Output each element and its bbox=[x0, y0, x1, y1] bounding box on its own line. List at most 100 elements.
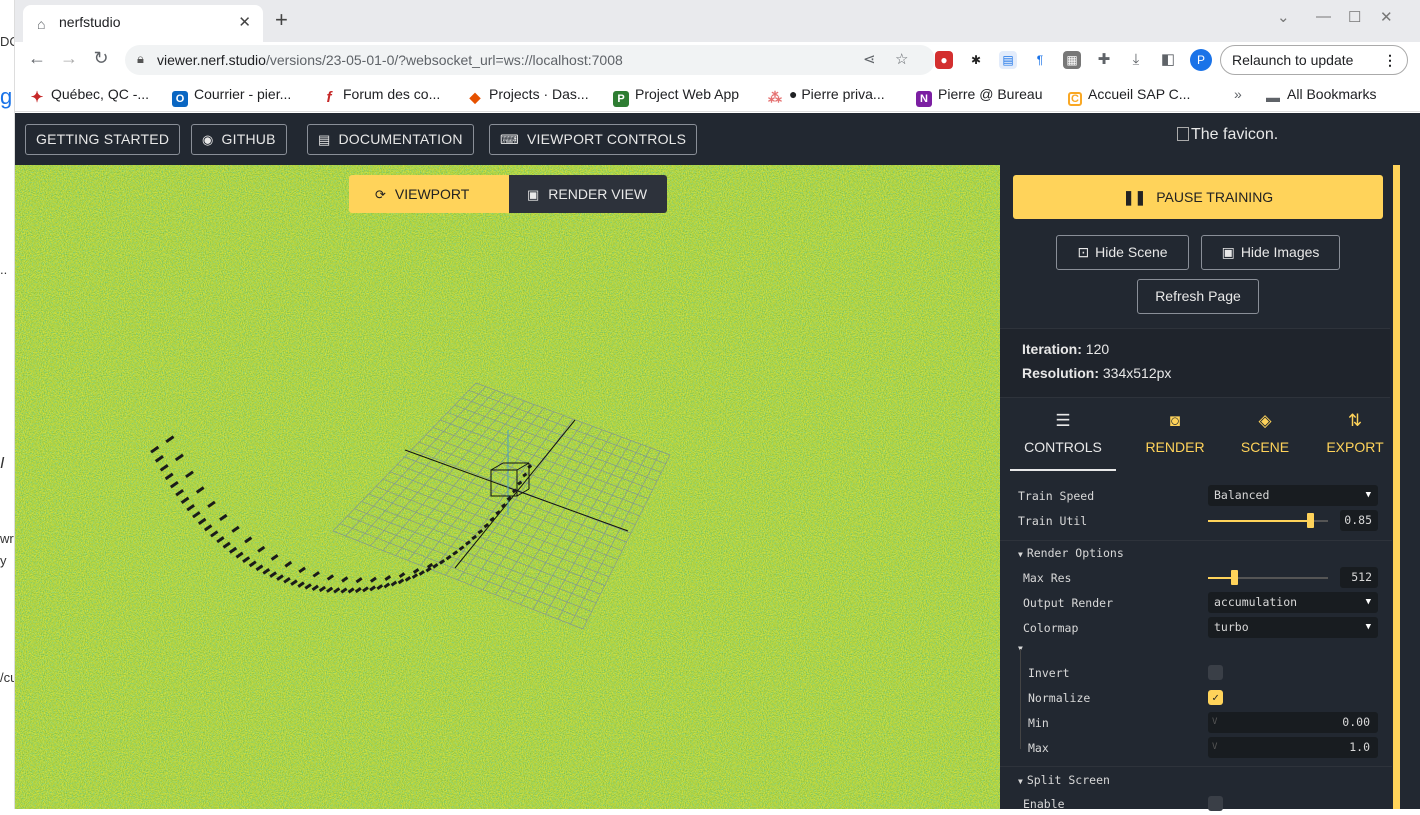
bookmark-item[interactable]: N Pierre @ Bureau bbox=[916, 86, 1042, 107]
bookmark-item[interactable]: ✦ Québec, QC -... bbox=[29, 86, 149, 106]
back-icon[interactable]: ← bbox=[25, 48, 49, 69]
invert-label: Invert bbox=[1028, 666, 1070, 680]
github-button[interactable]: ◉ GITHUB bbox=[191, 124, 287, 155]
hide-images-button[interactable]: ▣ Hide Images bbox=[1201, 235, 1340, 270]
hide-scene-button[interactable]: ⊡ Hide Scene bbox=[1056, 235, 1189, 270]
share-icon[interactable]: ⋖ bbox=[863, 50, 876, 68]
pause-training-button[interactable]: ❚❚ PAUSE TRAINING bbox=[1013, 175, 1383, 219]
relaunch-button[interactable]: Relaunch to update ⋮ bbox=[1220, 45, 1408, 75]
colormap-label: Colormap bbox=[1023, 621, 1079, 635]
nerfstudio-app: GETTING STARTED ◉ GITHUB ▤ DOCUMENTATION ⌨… bbox=[15, 113, 1420, 811]
asana-icon: ⁂ bbox=[768, 89, 782, 105]
train-speed-row: Train Speed Balanced ▼ bbox=[1010, 485, 1382, 507]
invert-checkbox[interactable] bbox=[1208, 665, 1223, 680]
resolution-stat: Resolution: 334x512px bbox=[1022, 365, 1172, 381]
max-res-slider[interactable] bbox=[1231, 570, 1238, 585]
train-util-slider[interactable] bbox=[1307, 513, 1314, 528]
tab-controls[interactable]: ☰ CONTROLS bbox=[1010, 399, 1116, 471]
max-res-input[interactable]: 512 bbox=[1340, 567, 1378, 588]
image-icon: ▣ bbox=[527, 187, 540, 202]
caret-down-icon: ▼ bbox=[1018, 550, 1023, 559]
documentation-button[interactable]: ▤ DOCUMENTATION bbox=[307, 124, 474, 155]
extension-icon[interactable]: ● bbox=[935, 51, 953, 69]
3d-viewport[interactable]: ⟳ VIEWPORT ▣ RENDER VIEW bbox=[15, 165, 1000, 809]
bookmark-item[interactable]: O Courrier - pier... bbox=[172, 86, 291, 107]
extension-icon[interactable]: ▦ bbox=[1063, 51, 1081, 69]
strip-text: y bbox=[0, 553, 7, 568]
min-row: Min V 0.00 bbox=[1020, 712, 1392, 734]
browser-tab[interactable]: ⌂ nerfstudio ✕ bbox=[23, 5, 263, 42]
scene-icon: ⊡ bbox=[1077, 244, 1090, 260]
image-icon: ▣ bbox=[1221, 244, 1235, 260]
colormap-select[interactable]: turbo ▼ bbox=[1208, 617, 1378, 638]
extension-icon[interactable]: ▤ bbox=[999, 51, 1017, 69]
new-tab-icon[interactable]: + bbox=[275, 8, 288, 32]
render-view-tab[interactable]: ▣ RENDER VIEW bbox=[509, 175, 667, 213]
side-panel-icon[interactable]: ◧ bbox=[1159, 51, 1177, 69]
min-input[interactable]: V 0.00 bbox=[1208, 712, 1378, 733]
bookmark-star-icon[interactable]: ☆ bbox=[895, 50, 908, 68]
tab-scene[interactable]: ◈ SCENE bbox=[1220, 399, 1310, 471]
output-render-select[interactable]: accumulation ▼ bbox=[1208, 592, 1378, 613]
minimize-icon[interactable]: — bbox=[1316, 8, 1331, 25]
forward-icon[interactable]: → bbox=[57, 48, 81, 69]
tab-render[interactable]: ◙ RENDER bbox=[1130, 399, 1220, 471]
import-export-icon: ⇅ bbox=[1347, 411, 1363, 430]
train-util-input[interactable]: 0.85 bbox=[1340, 510, 1378, 531]
gitlab-icon: ◆ bbox=[469, 89, 481, 105]
tab-export[interactable]: ⇅ EXPORT bbox=[1310, 399, 1400, 471]
folder-icon: ▬ bbox=[1266, 89, 1280, 105]
tab-favicon-icon: ⌂ bbox=[37, 16, 46, 32]
lock-icon[interactable]: 🔒︎ bbox=[137, 51, 144, 67]
max-res-row: Max Res 512 bbox=[1015, 567, 1387, 589]
bookmark-item[interactable]: ◆ Projects · Das... bbox=[467, 86, 589, 105]
strip-text: .. bbox=[0, 262, 8, 277]
train-speed-label: Train Speed bbox=[1018, 489, 1095, 503]
app-top-bar: GETTING STARTED ◉ GITHUB ▤ DOCUMENTATION ⌨… bbox=[15, 113, 1420, 165]
colormap-row: Colormap turbo ▼ bbox=[1015, 617, 1387, 639]
address-bar[interactable]: 🔒︎ viewer.nerf.studio/versions/23-05-01-… bbox=[125, 45, 935, 75]
profile-avatar[interactable]: P bbox=[1190, 49, 1212, 71]
tab-search-icon[interactable]: ⌄ bbox=[1277, 8, 1290, 26]
camera-icon: ◙ bbox=[1169, 411, 1181, 430]
extension-icon[interactable]: ¶ bbox=[1031, 51, 1049, 69]
close-tab-icon[interactable]: ✕ bbox=[238, 13, 251, 31]
train-speed-select[interactable]: Balanced ▼ bbox=[1208, 485, 1378, 506]
favicon-broken-image: The favicon. bbox=[1177, 126, 1278, 144]
bookmark-item[interactable]: C Accueil SAP C... bbox=[1068, 86, 1190, 106]
split-screen-folder[interactable]: ▼ Split Screen bbox=[1018, 773, 1110, 787]
strip-text: g bbox=[0, 84, 13, 109]
download-icon[interactable]: ⤓ bbox=[1127, 51, 1145, 69]
outlook-icon: O bbox=[172, 91, 188, 107]
document-icon: ▤ bbox=[318, 132, 331, 147]
bookmark-item[interactable]: ⁂ ● Pierre priva... bbox=[767, 86, 885, 105]
3d-rotate-icon: ⟳ bbox=[375, 187, 386, 202]
puzzle-icon[interactable]: ✚ bbox=[1095, 51, 1113, 69]
strip-text: /cu bbox=[0, 670, 14, 685]
panel-scrollbar[interactable] bbox=[1393, 165, 1400, 809]
browser-window: ⌂ nerfstudio ✕ + ⌄ — ☐ ✕ ← → ↻ 🔒︎ viewer… bbox=[15, 0, 1420, 811]
more-bookmarks-icon[interactable]: » bbox=[1234, 86, 1242, 102]
strip-text: wrc bbox=[0, 531, 14, 546]
viewport-tab[interactable]: ⟳ VIEWPORT bbox=[349, 175, 509, 213]
max-input[interactable]: V 1.0 bbox=[1208, 737, 1378, 758]
bookmark-item[interactable]: P Project Web App bbox=[613, 86, 739, 107]
chevron-down-icon: ▼ bbox=[1365, 622, 1371, 632]
normalize-checkbox[interactable]: ✓ bbox=[1208, 690, 1223, 705]
strip-text: DC bbox=[0, 34, 14, 49]
extension-icon[interactable]: ✱ bbox=[967, 51, 985, 69]
reload-icon[interactable]: ↻ bbox=[89, 48, 113, 69]
iteration-stat: Iteration: 120 bbox=[1022, 341, 1110, 357]
getting-started-button[interactable]: GETTING STARTED bbox=[25, 124, 181, 155]
url-text[interactable]: viewer.nerf.studio/versions/23-05-01-0/?… bbox=[157, 52, 623, 68]
maximize-icon[interactable]: ☐ bbox=[1348, 8, 1361, 26]
bookmark-item[interactable]: f Forum des co... bbox=[321, 86, 441, 106]
close-window-icon[interactable]: ✕ bbox=[1380, 8, 1393, 26]
all-bookmarks[interactable]: ▬ All Bookmarks bbox=[1265, 86, 1376, 105]
viewport-controls-button[interactable]: ⌨ VIEWPORT CONTROLS bbox=[489, 124, 698, 155]
github-icon: ◉ bbox=[202, 132, 214, 147]
refresh-page-button[interactable]: Refresh Page bbox=[1137, 279, 1259, 314]
max-row: Max V 1.0 bbox=[1020, 737, 1392, 759]
render-options-folder[interactable]: ▼ Render Options bbox=[1018, 546, 1124, 560]
viewport-canvas[interactable] bbox=[15, 165, 1000, 809]
